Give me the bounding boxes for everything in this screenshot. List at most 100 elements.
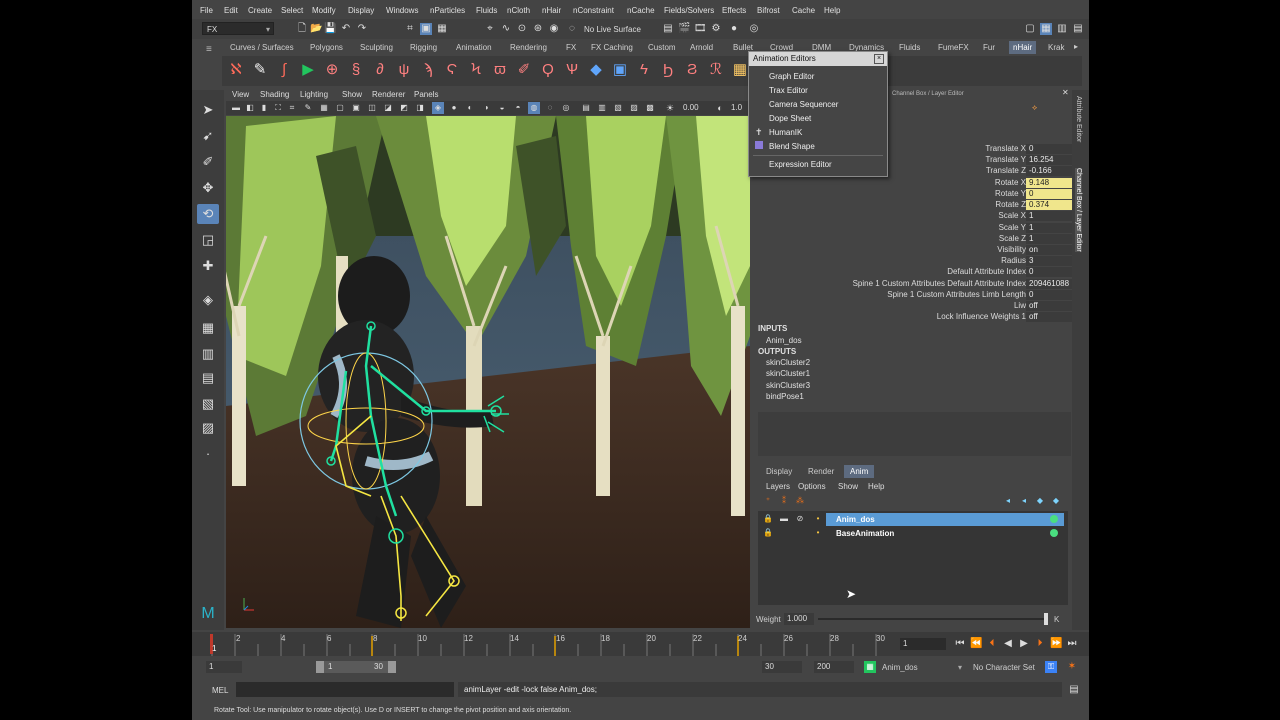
shelf-tab-sculpting[interactable]: Sculpting — [360, 43, 393, 52]
save-scene-icon[interactable]: 💾 — [324, 23, 336, 35]
scale-tool-icon[interactable]: ◲ — [197, 230, 219, 250]
move-layer-down-icon[interactable]: ◂ — [1018, 495, 1030, 507]
attr-value[interactable]: on — [1026, 245, 1072, 255]
solo-icon[interactable]: ▬ — [778, 513, 790, 525]
new-layer-selected-icon[interactable]: ⁑ — [778, 495, 790, 507]
shelf-tab-curves[interactable]: Curves / Surfaces — [230, 43, 294, 52]
layout-four-pane-icon[interactable]: ▦ — [197, 318, 219, 338]
character-set-dropdown[interactable]: No Character Set — [973, 663, 1035, 672]
attr-row[interactable]: Rotate Y0 — [754, 189, 1072, 200]
menu-file[interactable]: File — [200, 6, 213, 15]
hair-curve-icon[interactable]: ∫ — [274, 60, 294, 80]
layer-tab-display[interactable]: Display — [766, 465, 792, 478]
layer-options-icon[interactable]: ⁂ — [794, 495, 806, 507]
attr-value-keyed[interactable]: 0 — [1026, 189, 1072, 199]
shelf-tab-rigging[interactable]: Rigging — [410, 43, 437, 52]
xray-icon[interactable]: ▨ — [628, 102, 640, 114]
current-frame-field[interactable]: 1 — [900, 638, 946, 650]
menu-effects[interactable]: Effects — [722, 6, 746, 15]
grid-icon[interactable]: ▦ — [318, 102, 330, 114]
wireframe-icon[interactable]: ◈ — [432, 102, 444, 114]
snap-view-icon[interactable]: ⊛ — [532, 23, 544, 35]
hypershade-icon[interactable]: ● — [728, 23, 740, 35]
layout-more-icon[interactable]: · — [197, 444, 219, 464]
menu-item-trax-editor[interactable]: Trax Editor — [769, 86, 808, 95]
hair-sim-icon[interactable]: ⊕ — [322, 60, 342, 80]
rotate-tool-icon[interactable]: ⟲ — [197, 204, 219, 224]
attr-row[interactable]: Spine 1 Custom Attributes Default Attrib… — [754, 279, 1072, 290]
ipr-render-icon[interactable]: 🎞 — [694, 23, 707, 35]
shelf-tab-arnold[interactable]: Arnold — [690, 43, 713, 52]
smooth-shade-icon[interactable]: ● — [448, 102, 460, 114]
attr-row[interactable]: Rotate X 9.148 — [754, 178, 1072, 189]
menu-windows[interactable]: Windows — [386, 6, 418, 15]
weight-key-button[interactable]: K — [1054, 615, 1059, 624]
weight-slider-handle[interactable] — [1044, 613, 1048, 625]
shelf-tab-nhair[interactable]: nHair — [1009, 41, 1037, 54]
grease-pencil-icon[interactable]: ✎ — [302, 102, 314, 114]
layer-key-icon[interactable]: ◆ — [1050, 495, 1062, 507]
step-forward-frame-icon[interactable]: ⏩ — [1050, 638, 1062, 650]
menu-display[interactable]: Display — [348, 6, 374, 15]
attr-row[interactable]: Default Attribute Index 0 — [754, 267, 1072, 278]
hair-stiffness-icon[interactable]: Ϛ — [442, 60, 462, 80]
layout-single-icon[interactable]: ▢ — [1024, 23, 1036, 35]
shelf-tab-polygons[interactable]: Polygons — [310, 43, 343, 52]
gamma-icon[interactable]: ◐ — [714, 102, 726, 114]
layout-outliner-icon[interactable]: ▤ — [1072, 23, 1084, 35]
step-back-key-icon[interactable]: ⏴ — [986, 638, 998, 650]
camera-select-icon[interactable]: ▬ — [230, 102, 242, 114]
layout-outliner-icon[interactable]: ▧ — [197, 394, 219, 414]
move-layer-up-icon[interactable]: ◂ — [1002, 495, 1014, 507]
attr-row[interactable]: Scale Z1 — [754, 234, 1072, 245]
hair-extra-icon[interactable]: ▦ — [730, 60, 750, 80]
attr-value[interactable]: off — [1026, 301, 1072, 311]
layer-selected-bar[interactable]: Anim_dos — [826, 513, 1064, 526]
shadows-icon[interactable]: ◍ — [528, 102, 540, 114]
menu-nconstraint[interactable]: nConstraint — [573, 6, 614, 15]
hair-brush-icon[interactable]: ✎ — [250, 60, 270, 80]
menu-item-camera-sequencer[interactable]: Camera Sequencer — [769, 100, 838, 109]
menu-bifrost[interactable]: Bifrost — [757, 6, 780, 15]
hair-follicle-icon[interactable]: ψ — [394, 60, 414, 80]
ghost-icon[interactable]: • — [812, 527, 824, 539]
layer-row-anim-dos[interactable]: 🔒 ▬ ⊘ • Anim_dos — [762, 513, 1066, 526]
safe-action-icon[interactable]: ◩ — [398, 102, 410, 114]
play-backwards-icon[interactable]: ◀ — [1002, 638, 1014, 650]
select-tool-icon[interactable]: ➤ — [197, 100, 219, 120]
step-forward-key-icon[interactable]: ⏵ — [1034, 638, 1046, 650]
attr-value[interactable]: 1 — [1026, 211, 1072, 221]
exposure-icon[interactable]: ☀ — [664, 102, 676, 114]
live-surface-icon[interactable]: ◌ — [566, 23, 578, 35]
channel-box-tab[interactable]: Channel Box / Layer Editor — [1075, 168, 1082, 252]
attr-row[interactable]: Scale X1 — [754, 211, 1072, 222]
render-settings-icon[interactable]: ⚙ — [710, 23, 722, 35]
attr-value[interactable]: -0.166 — [1026, 166, 1072, 176]
menu-cache[interactable]: Cache — [792, 6, 815, 15]
hair-constraint-icon[interactable]: ∂ — [370, 60, 390, 80]
menu-item-expression-editor[interactable]: Expression Editor — [769, 160, 832, 169]
hair-paint-icon[interactable]: ✐ — [514, 60, 534, 80]
hair-assign-icon[interactable]: ϟ — [634, 60, 654, 80]
menu-fluids[interactable]: Fluids — [476, 6, 497, 15]
vp-menu-show[interactable]: Show — [342, 90, 362, 99]
popup-title-bar[interactable]: Animation Editors × — [749, 52, 887, 66]
camera-attr-icon[interactable]: ◧ — [244, 102, 256, 114]
play-forwards-icon[interactable]: ▶ — [1018, 638, 1030, 650]
attr-value[interactable]: off — [1026, 312, 1072, 322]
attr-row[interactable]: Visibility on — [754, 245, 1072, 256]
menu-edit[interactable]: Edit — [224, 6, 238, 15]
hair-shade-icon[interactable]: ℛ — [706, 60, 726, 80]
attr-row[interactable]: Spine 1 Custom Attributes Limb Length 0 — [754, 290, 1072, 301]
layout-single-pane-icon[interactable]: ◈ — [197, 290, 219, 310]
layout-hypershade-icon[interactable]: ▨ — [197, 418, 219, 438]
aa-icon[interactable]: ▤ — [580, 102, 592, 114]
dof-icon[interactable]: ▥ — [596, 102, 608, 114]
menu-item-graph-editor[interactable]: Graph Editor — [769, 72, 814, 81]
render-view-icon[interactable]: ◎ — [748, 23, 760, 35]
snap-point-icon[interactable]: ⊙ — [516, 23, 528, 35]
go-to-start-icon[interactable]: ⏮ — [954, 638, 966, 650]
vp-menu-renderer[interactable]: Renderer — [372, 90, 405, 99]
menu-item-blend-shape[interactable]: Blend Shape — [769, 142, 815, 151]
undo-icon[interactable]: ↶ — [340, 23, 352, 35]
